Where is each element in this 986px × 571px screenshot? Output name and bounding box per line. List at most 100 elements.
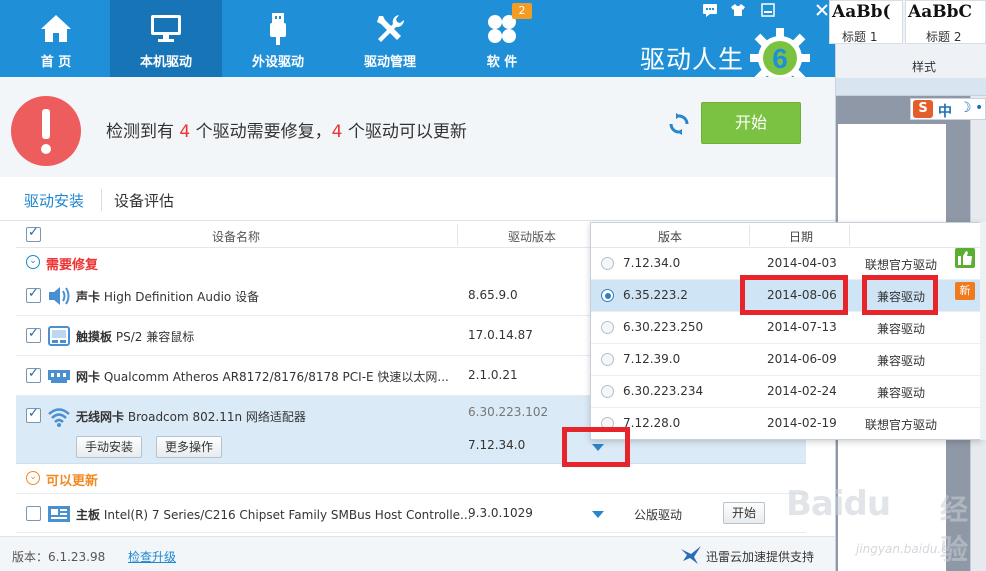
alert-icon — [11, 96, 81, 166]
version-option[interactable]: 7.12.39.0 2014-06-09 兼容驱动 — [591, 344, 981, 376]
watermark-url: jingyan.baidu.com — [856, 542, 967, 556]
device-name: 网卡 Qualcomm Atheros AR8172/8176/8178 PCI… — [76, 370, 449, 384]
tab-device-eval[interactable]: 设备评估 — [114, 190, 174, 211]
version-dropdown-arrow-icon[interactable] — [592, 511, 604, 518]
popup-header: 版本 日期 — [591, 223, 981, 248]
section-need-repair-label: 需要修复 — [46, 258, 99, 273]
option-type: 兼容驱动 — [877, 290, 926, 304]
nav-tab-software-label: 软 件 — [486, 55, 518, 70]
speaker-icon — [49, 287, 70, 305]
popup-header-version: 版本 — [658, 230, 683, 244]
option-date: 2014-04-03 — [767, 256, 837, 270]
minimize-icon[interactable] — [758, 3, 778, 21]
repair-count: 4 — [179, 122, 191, 142]
nav-tab-driver-management-label: 驱动管理 — [363, 55, 416, 70]
sogou-ime-icon: S — [913, 100, 933, 118]
word-style-heading1[interactable]: AaBb( 标题 1 — [829, 0, 903, 44]
version-option[interactable]: 7.12.34.0 2014-04-03 联想官方驱动 — [591, 248, 981, 280]
more-operations-button[interactable]: 更多操作 — [156, 436, 223, 458]
version-option-selected[interactable]: 6.35.223.2 2014-08-06 兼容驱动 — [591, 280, 981, 312]
nav-tab-driver-management[interactable]: 驱动管理 — [334, 0, 446, 77]
version-option[interactable]: 7.12.28.0 2014-02-19 联想官方驱动 — [591, 408, 981, 440]
popup-scrollbar[interactable] — [980, 222, 986, 440]
punctuation-icon: • — [975, 100, 984, 116]
new-badge: 新 — [955, 282, 975, 300]
device-name: 无线网卡 Broadcom 802.11n 网络适配器 — [76, 410, 306, 424]
device-name: 触摸板 PS/2 兼容鼠标 — [76, 330, 195, 344]
popup-header-date: 日期 — [789, 230, 814, 244]
version-radio[interactable] — [601, 353, 614, 366]
word-styles-group-label: 样式 — [912, 60, 937, 74]
row-checkbox[interactable] — [26, 286, 41, 303]
monitor-icon — [151, 15, 181, 42]
touchpad-icon — [48, 326, 70, 346]
option-version: 6.30.223.234 — [623, 384, 704, 398]
driver-row-motherboard[interactable]: 主板 Intel(R) 7 Series/C216 Chipset Family… — [16, 493, 806, 533]
version-option[interactable]: 6.30.223.250 2014-07-13 兼容驱动 — [591, 312, 981, 344]
row-checkbox[interactable] — [26, 366, 41, 383]
top-nav-bar: 首 页 本机驱动 外设驱动 驱动管理 软 件 2 驱动人生 6 — [0, 0, 835, 86]
select-all-checkbox[interactable] — [26, 225, 41, 242]
start-repair-button[interactable]: 开始 — [701, 102, 801, 144]
version-radio[interactable] — [601, 385, 614, 398]
tab-driver-install[interactable]: 驱动安装 — [24, 190, 84, 211]
popup-header-separator — [749, 225, 750, 246]
thumbs-up-icon — [955, 248, 975, 268]
section-can-update[interactable]: ⌄ 可以更新 — [16, 465, 806, 491]
refresh-icon[interactable] — [668, 113, 690, 135]
nav-tab-home-label: 首 页 — [40, 55, 72, 70]
new-driver-version: 7.12.34.0 — [468, 438, 526, 452]
wifi-icon — [48, 408, 70, 427]
popup-header-separator — [849, 225, 850, 246]
check-upgrade-link[interactable]: 检查升级 — [128, 548, 176, 565]
nav-tab-local-drivers[interactable]: 本机驱动 — [110, 0, 222, 77]
nav-tab-local-drivers-label: 本机驱动 — [139, 55, 192, 70]
brand-name: 驱动人生 — [640, 45, 745, 74]
manual-install-button[interactable]: 手动安装 — [76, 436, 143, 458]
header-separator — [457, 224, 458, 246]
option-date: 2014-06-09 — [767, 352, 837, 366]
version-radio[interactable] — [601, 257, 614, 270]
option-type: 联想官方驱动 — [865, 258, 938, 272]
row-checkbox[interactable] — [26, 506, 41, 521]
app-footer: 版本：6.1.23.98 检查升级 迅雷云加速提供支持 — [0, 536, 835, 571]
nav-tab-peripheral-drivers[interactable]: 外设驱动 — [222, 0, 334, 77]
row-checkbox[interactable] — [26, 326, 41, 343]
moon-icon: ☽ — [959, 100, 972, 116]
header-driver-version: 驱动版本 — [508, 230, 557, 244]
skin-icon[interactable] — [728, 3, 748, 21]
collapse-icon: ⌄ — [26, 255, 40, 269]
option-type: 兼容驱动 — [877, 322, 926, 336]
scan-result-text: 检测到有 4 个驱动需要修复，4 个驱动可以更新 — [106, 122, 467, 142]
home-icon — [41, 15, 71, 42]
ime-language-indicator: 中 — [938, 104, 952, 120]
option-version: 7.12.34.0 — [623, 256, 681, 270]
nav-tab-peripheral-drivers-label: 外设驱动 — [251, 55, 304, 70]
option-date: 2014-02-24 — [767, 384, 837, 398]
version-radio[interactable] — [601, 321, 614, 334]
option-date: 2014-08-06 — [767, 288, 837, 302]
motherboard-icon — [48, 506, 70, 522]
version-dropdown-arrow-icon[interactable] — [592, 444, 604, 451]
version-radio[interactable] — [601, 417, 614, 430]
watermark-jingyan: 经验 — [940, 493, 969, 566]
nav-tab-home[interactable]: 首 页 — [0, 0, 112, 77]
version-radio[interactable] — [601, 289, 614, 302]
watermark-brand: Baidu — [786, 484, 891, 524]
option-version: 6.30.223.250 — [623, 320, 704, 334]
message-icon[interactable] — [700, 3, 720, 21]
option-version: 6.35.223.2 — [623, 288, 688, 302]
version-option[interactable]: 6.30.223.234 2014-02-24 兼容驱动 — [591, 376, 981, 408]
row-checkbox[interactable] — [26, 406, 41, 423]
option-date: 2014-07-13 — [767, 320, 837, 334]
word-style-heading2[interactable]: AaBbC 标题 2 — [905, 0, 986, 44]
nav-tab-software[interactable]: 软 件 — [446, 0, 558, 77]
update-count: 4 — [331, 122, 343, 142]
sub-tabs: 驱动安装 设备评估 — [0, 177, 835, 221]
start-update-button[interactable]: 开始 — [723, 502, 766, 524]
subtab-divider — [101, 189, 102, 211]
driver-version: 8.65.9.0 — [468, 288, 518, 302]
software-count-badge: 2 — [512, 3, 532, 19]
thunder-bird-icon — [681, 546, 701, 564]
ime-toolbar[interactable]: S 中 ☽ • — [910, 98, 986, 120]
